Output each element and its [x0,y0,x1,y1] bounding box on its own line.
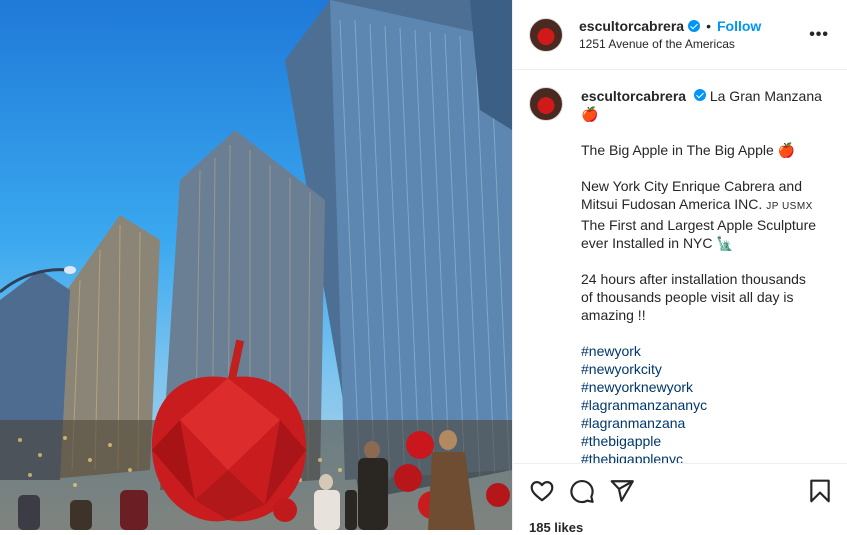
separator-dot: • [706,18,711,34]
action-icons [513,464,847,504]
caption-text-line: amazing !! [581,307,646,323]
photo-illustration [0,0,512,530]
caption-text-line: of thousands people visit all day is [581,289,794,305]
caption-verified-badge-icon [693,89,706,101]
caption-text: ever Installed in NYC [581,235,713,251]
hashtag-link[interactable]: #thebigapplenyc [581,450,822,464]
username-link[interactable]: escultorcabrera [579,18,684,34]
follow-button[interactable]: Follow [717,18,761,34]
apple-emoji: 🍎 [581,106,599,122]
caption-text: The Big Apple in The Big Apple [581,142,774,158]
instagram-post: escultorcabrera • Follow 1251 Avenue of … [0,0,847,535]
caption-text-line: 24 hours after installation thousands [581,271,806,287]
caption-text: Mitsui Fudosan America INC. [581,196,763,212]
header-user-row: escultorcabrera • Follow [579,18,761,34]
more-options-icon[interactable]: ••• [809,26,829,44]
caption-avatar[interactable] [529,87,563,121]
hashtag-link[interactable]: #newyork [581,342,822,360]
post-actions: 185 likes [513,463,847,535]
comment-icon[interactable] [569,478,595,504]
caption-title: La Gran Manzana [709,88,822,104]
apple-emoji-inline: 🍎 [777,142,796,158]
heart-icon[interactable] [529,478,555,504]
send-icon[interactable] [609,478,635,504]
verified-badge-icon [688,20,701,32]
location-link[interactable]: 1251 Avenue of the Americas [579,37,761,51]
caption-body: escultorcabrera La Gran Manzana 🍎 The Bi… [581,87,822,464]
hashtag-link[interactable]: #lagranmanzana [581,414,822,432]
hashtag-link[interactable]: #newyorkcity [581,360,822,378]
caption-username-link[interactable]: escultorcabrera [581,88,686,104]
bookmark-icon[interactable] [807,478,833,504]
post-sidebar: escultorcabrera • Follow 1251 Avenue of … [512,0,847,535]
caption-title-line: escultorcabrera La Gran Manzana [581,87,822,105]
hashtag-link[interactable]: #lagranmanzananyc [581,396,822,414]
caption-text-line: The First and Largest Apple Sculpture [581,217,817,233]
likes-count[interactable]: 185 likes [529,520,583,535]
statue-of-liberty-emoji: 🗽 [716,235,734,251]
caption-text-line: New York City Enrique Cabrera and [581,178,803,194]
caption-text-line: ever Installed in NYC 🗽 [581,234,822,252]
header-meta: escultorcabrera • Follow 1251 Avenue of … [579,18,761,51]
hashtag-link[interactable]: #newyorknewyork [581,378,822,396]
hashtag-link[interactable]: #thebigapple [581,432,822,450]
caption-big-apple-line: The Big Apple in The Big Apple 🍎 [581,141,822,159]
avatar[interactable] [529,17,563,52]
flag-emojis: JP USMX [766,201,813,212]
post-photo[interactable] [0,0,512,530]
caption-scroll-area[interactable]: escultorcabrera La Gran Manzana 🍎 The Bi… [513,71,847,464]
caption-text-line: Mitsui Fudosan America INC. JP USMX [581,195,822,216]
post-header: escultorcabrera • Follow 1251 Avenue of … [513,0,847,70]
caption-row: escultorcabrera La Gran Manzana 🍎 The Bi… [529,87,831,464]
